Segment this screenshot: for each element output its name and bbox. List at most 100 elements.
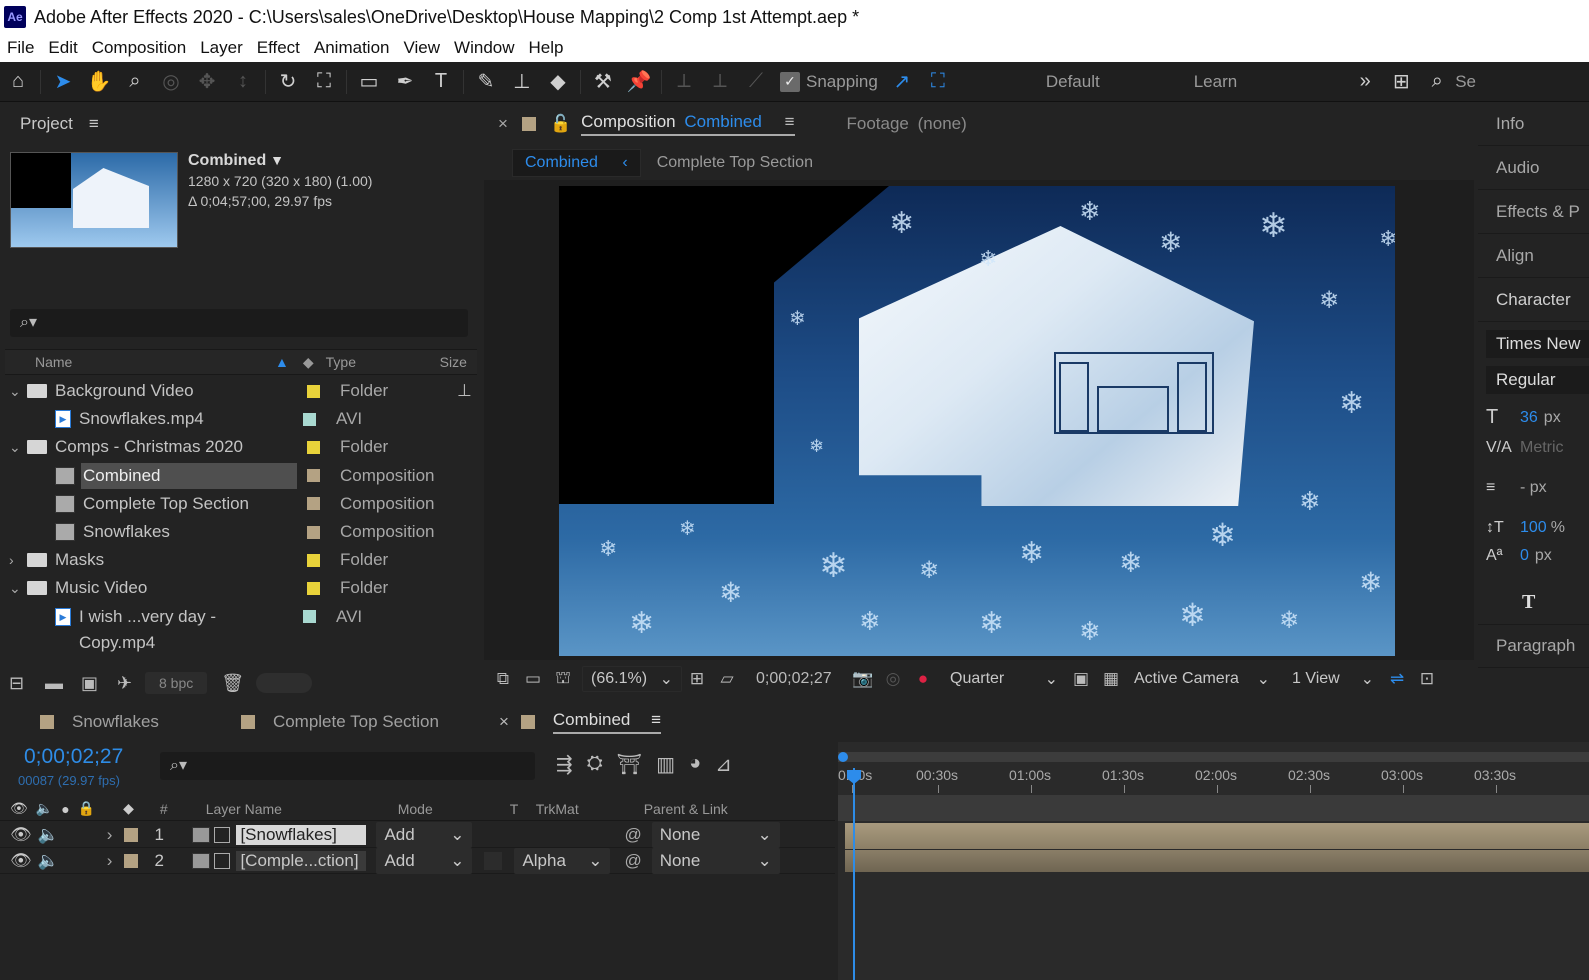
- project-scrollbar[interactable]: [256, 673, 313, 693]
- subtab-complete-top-section[interactable]: Complete Top Section: [657, 154, 813, 172]
- font-family-dropdown[interactable]: Times New: [1486, 330, 1589, 358]
- audio-panel-tab[interactable]: Audio: [1478, 146, 1589, 190]
- camera-dropdown[interactable]: Active Camera ⌄: [1126, 666, 1278, 692]
- layer-label-swatch[interactable]: [124, 827, 139, 842]
- layer-bar-1[interactable]: [845, 823, 1589, 849]
- vscale-value[interactable]: 100: [1520, 519, 1547, 537]
- subtab-combined[interactable]: Combined ‹: [512, 149, 641, 177]
- menu-layer[interactable]: Layer: [200, 38, 243, 58]
- toggle-view-icon[interactable]: ⇌: [1382, 669, 1412, 689]
- adjust-settings-icon[interactable]: ✈: [117, 673, 137, 694]
- solo-switch-icon[interactable]: ●: [61, 801, 69, 817]
- preserve-transparency-toggle[interactable]: [484, 851, 503, 870]
- label-color-swatch[interactable]: [307, 581, 320, 595]
- brush-tool-icon[interactable]: ✎: [468, 65, 504, 99]
- dolly-camera-icon[interactable]: ↕: [225, 65, 261, 99]
- pen-tool-icon[interactable]: ✒: [387, 65, 423, 99]
- column-size[interactable]: Size: [440, 354, 467, 370]
- speaker-icon[interactable]: 🔈: [38, 825, 59, 845]
- trkmat-dropdown[interactable]: Alpha ⌄: [514, 847, 611, 874]
- interpret-footage-icon[interactable]: ⊟: [9, 673, 45, 694]
- parent-dropdown[interactable]: None ⌄: [651, 847, 780, 874]
- orbit-camera-icon[interactable]: ◎: [153, 65, 189, 99]
- rotate-tool-icon[interactable]: ↻: [270, 65, 306, 99]
- timeline-timecode[interactable]: 0;00;02;27: [24, 745, 123, 769]
- comp-canvas[interactable]: ❄ ❄ ❄ ❄ ❄ ❄ ❄ ❄ ❄ ❄ ❄ ❄ ❄ ❄ ❄ ❄ ❄ ❄ ❄ ❄ ❄ ❄ ❄ ❄ ❄ ❄: [559, 186, 1395, 656]
- new-comp-icon[interactable]: ▣: [81, 673, 117, 694]
- project-row[interactable]: ▶ I wish ...very day - Copy.mp4 AVI: [5, 603, 451, 652]
- snap-features-icon[interactable]: ⛶: [920, 65, 956, 99]
- project-panel-title[interactable]: Project: [20, 114, 73, 134]
- label-color-swatch[interactable]: [307, 469, 320, 483]
- workspace-default[interactable]: Default: [1046, 72, 1100, 92]
- parent-dropdown[interactable]: None ⌄: [651, 821, 780, 848]
- menu-help[interactable]: Help: [529, 38, 564, 58]
- panel-menu-icon[interactable]: ≡: [785, 112, 795, 131]
- eraser-tool-icon[interactable]: ◆: [540, 65, 576, 99]
- snapping-toggle[interactable]: ✓ Snapping: [780, 71, 878, 92]
- chevron-right-icon[interactable]: ›: [9, 552, 27, 568]
- hand-tool-icon[interactable]: ✋: [81, 65, 117, 99]
- layer-name[interactable]: [Comple...ction]: [236, 850, 367, 871]
- layer-bar-2[interactable]: [845, 850, 1589, 872]
- paragraph-panel-tab[interactable]: Paragraph: [1478, 624, 1589, 668]
- checkerboard-icon[interactable]: ▦: [1096, 669, 1126, 689]
- project-row[interactable]: ▶ Snowflakes.mp4 AVI: [5, 405, 451, 433]
- close-icon[interactable]: ×: [498, 114, 508, 134]
- camera-snapshot-icon[interactable]: 📷: [848, 669, 878, 689]
- viewer-timecode[interactable]: 0;00;02;27: [756, 670, 848, 688]
- character-panel-tab[interactable]: Character: [1478, 278, 1589, 322]
- col-trkmat[interactable]: TrkMat: [536, 801, 644, 817]
- reset-exposure-icon[interactable]: ⊡: [1412, 669, 1442, 689]
- snap-edges-icon[interactable]: ↗: [884, 65, 920, 99]
- chevron-down-icon[interactable]: ⌄: [9, 383, 27, 400]
- home-icon[interactable]: ⌂: [0, 65, 36, 99]
- blend-mode-dropdown[interactable]: Add ⌄: [376, 821, 473, 848]
- layer-name[interactable]: [Snowflakes]: [236, 824, 367, 845]
- menu-edit[interactable]: Edit: [48, 38, 77, 58]
- current-time-indicator[interactable]: [853, 768, 855, 980]
- menu-composition[interactable]: Composition: [92, 38, 187, 58]
- pickwhip-icon[interactable]: @: [624, 851, 641, 871]
- project-row[interactable]: Combined Composition: [5, 462, 451, 490]
- leading-value[interactable]: - px: [1520, 479, 1547, 497]
- col-layer-name[interactable]: Layer Name: [206, 801, 398, 817]
- graph-editor-icon[interactable]: ⊿: [715, 752, 732, 777]
- frame-blending-icon[interactable]: ▥: [656, 752, 675, 777]
- motion-blur-icon[interactable]: ◕: [689, 752, 701, 777]
- menu-file[interactable]: File: [7, 38, 34, 58]
- label-color-swatch[interactable]: [307, 497, 320, 511]
- time-ruler[interactable]: 0:00s00:30s01:00s01:30s02:00s02:30s03:00…: [838, 765, 1589, 793]
- font-size-value[interactable]: 36: [1520, 409, 1538, 427]
- project-search-input[interactable]: ⌕▾: [10, 309, 468, 337]
- col-mode[interactable]: Mode: [398, 801, 510, 817]
- effects-panel-tab[interactable]: Effects & P: [1478, 190, 1589, 234]
- composition-mini-flowchart-icon[interactable]: ⇶: [556, 752, 573, 777]
- timeline-tab-combined[interactable]: Combined ≡: [552, 710, 662, 734]
- help-search-text[interactable]: Se: [1455, 72, 1476, 92]
- layer-row[interactable]: 👁 🔈 › 1 [Snowflakes] Add ⌄ @ None ⌄: [0, 821, 835, 848]
- monitor-icon[interactable]: ▭: [518, 669, 548, 689]
- zoom-dropdown[interactable]: (66.1%) ⌄: [582, 666, 682, 692]
- project-row[interactable]: Complete Top Section Composition: [5, 490, 451, 518]
- label-tag-icon[interactable]: ◆: [123, 800, 134, 817]
- local-axis-icon[interactable]: ⟂: [666, 65, 702, 99]
- menu-view[interactable]: View: [404, 38, 441, 58]
- label-color-swatch[interactable]: [303, 610, 316, 624]
- chevron-down-icon[interactable]: ⌄: [9, 580, 27, 597]
- work-area-bar[interactable]: [838, 752, 1589, 762]
- clone-stamp-icon[interactable]: ⊥: [504, 65, 540, 99]
- menu-effect[interactable]: Effect: [257, 38, 300, 58]
- layer-row[interactable]: 👁 🔈 › 2 [Comple...ction] Add ⌄ Alpha ⌄ @ None ⌄: [0, 847, 835, 874]
- world-axis-icon[interactable]: ⟂: [702, 65, 738, 99]
- bpc-button[interactable]: 8 bpc: [145, 672, 208, 694]
- flowchart-icon[interactable]: ⊥: [457, 381, 472, 401]
- always-preview-icon[interactable]: ⧉: [488, 669, 518, 689]
- panel-menu-icon[interactable]: ≡: [651, 710, 661, 729]
- footage-tab[interactable]: Footage (none): [847, 114, 967, 134]
- twirl-chevron-icon[interactable]: ›: [107, 825, 113, 845]
- column-type[interactable]: Type: [326, 354, 440, 370]
- column-name[interactable]: Name: [35, 354, 275, 370]
- lock-switch-icon[interactable]: 🔒: [78, 800, 95, 817]
- view-axis-icon[interactable]: ⟋: [738, 65, 774, 99]
